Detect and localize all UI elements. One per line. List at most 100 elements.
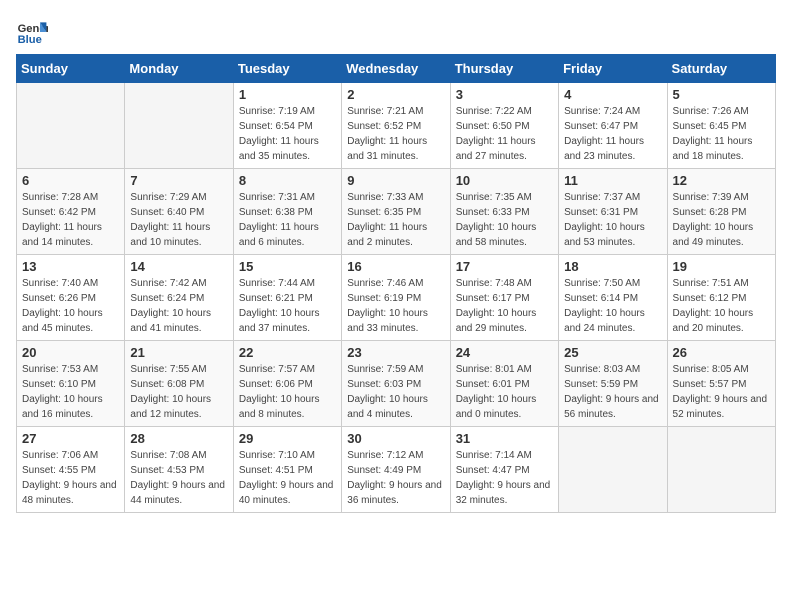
day-number: 4 <box>564 87 661 102</box>
weekday-header-sunday: Sunday <box>17 55 125 83</box>
day-number: 14 <box>130 259 227 274</box>
calendar-day-cell <box>667 427 775 513</box>
calendar-day-cell: 10 Sunrise: 7:35 AMSunset: 6:33 PMDayligh… <box>450 169 558 255</box>
day-number: 11 <box>564 173 661 188</box>
day-number: 17 <box>456 259 553 274</box>
logo: General Blue <box>16 16 48 48</box>
day-number: 15 <box>239 259 336 274</box>
day-info: Sunrise: 8:03 AMSunset: 5:59 PMDaylight:… <box>564 362 661 422</box>
day-number: 28 <box>130 431 227 446</box>
day-info: Sunrise: 7:29 AMSunset: 6:40 PMDaylight:… <box>130 190 227 250</box>
day-info: Sunrise: 7:22 AMSunset: 6:50 PMDaylight:… <box>456 104 553 164</box>
calendar-day-cell: 4Sunrise: 7:24 AMSunset: 6:47 PMDaylight… <box>559 83 667 169</box>
day-info: Sunrise: 7:33 AMSunset: 6:35 PMDaylight:… <box>347 190 444 250</box>
day-info: Sunrise: 8:05 AMSunset: 5:57 PMDaylight:… <box>673 362 770 422</box>
day-number: 6 <box>22 173 119 188</box>
calendar-day-cell: 18 Sunrise: 7:50 AMSunset: 6:14 PMDayligh… <box>559 255 667 341</box>
calendar-day-cell: 11 Sunrise: 7:37 AMSunset: 6:31 PMDayligh… <box>559 169 667 255</box>
calendar-day-cell: 20 Sunrise: 7:53 AMSunset: 6:10 PMDayligh… <box>17 341 125 427</box>
day-info: Sunrise: 7:50 AMSunset: 6:14 PMDaylight:… <box>564 276 661 336</box>
day-number: 2 <box>347 87 444 102</box>
day-number: 24 <box>456 345 553 360</box>
day-number: 19 <box>673 259 770 274</box>
calendar-day-cell: 31Sunrise: 7:14 AMSunset: 4:47 PMDayligh… <box>450 427 558 513</box>
day-info: Sunrise: 7:31 AMSunset: 6:38 PMDaylight:… <box>239 190 336 250</box>
logo-icon: General Blue <box>16 16 48 48</box>
calendar-day-cell <box>125 83 233 169</box>
day-info: Sunrise: 7:51 AMSunset: 6:12 PMDaylight:… <box>673 276 770 336</box>
day-info: Sunrise: 7:21 AMSunset: 6:52 PMDaylight:… <box>347 104 444 164</box>
calendar-day-cell: 25 Sunrise: 8:03 AMSunset: 5:59 PMDayligh… <box>559 341 667 427</box>
calendar-day-cell: 3 Sunrise: 7:22 AMSunset: 6:50 PMDaylight… <box>450 83 558 169</box>
calendar-day-cell: 6Sunrise: 7:28 AMSunset: 6:42 PMDaylight… <box>17 169 125 255</box>
day-info: Sunrise: 8:01 AMSunset: 6:01 PMDaylight:… <box>456 362 553 422</box>
day-number: 16 <box>347 259 444 274</box>
weekday-header-saturday: Saturday <box>667 55 775 83</box>
day-info: Sunrise: 7:44 AMSunset: 6:21 PMDaylight:… <box>239 276 336 336</box>
day-number: 18 <box>564 259 661 274</box>
calendar-week-row: 20 Sunrise: 7:53 AMSunset: 6:10 PMDayligh… <box>17 341 776 427</box>
day-info: Sunrise: 7:42 AMSunset: 6:24 PMDaylight:… <box>130 276 227 336</box>
day-info: Sunrise: 7:57 AMSunset: 6:06 PMDaylight:… <box>239 362 336 422</box>
calendar-day-cell: 24 Sunrise: 8:01 AMSunset: 6:01 PMDayligh… <box>450 341 558 427</box>
day-info: Sunrise: 7:12 AMSunset: 4:49 PMDaylight:… <box>347 448 444 508</box>
day-number: 3 <box>456 87 553 102</box>
day-info: Sunrise: 7:10 AMSunset: 4:51 PMDaylight:… <box>239 448 336 508</box>
calendar-table: SundayMondayTuesdayWednesdayThursdayFrid… <box>16 54 776 513</box>
calendar-day-cell <box>559 427 667 513</box>
page-header: General Blue <box>16 16 776 48</box>
calendar-day-cell: 5 Sunrise: 7:26 AMSunset: 6:45 PMDaylight… <box>667 83 775 169</box>
calendar-day-cell: 14 Sunrise: 7:42 AMSunset: 6:24 PMDayligh… <box>125 255 233 341</box>
day-number: 21 <box>130 345 227 360</box>
calendar-day-cell: 19 Sunrise: 7:51 AMSunset: 6:12 PMDayligh… <box>667 255 775 341</box>
day-info: Sunrise: 7:53 AMSunset: 6:10 PMDaylight:… <box>22 362 119 422</box>
calendar-week-row: 27 Sunrise: 7:06 AMSunset: 4:55 PMDayligh… <box>17 427 776 513</box>
calendar-week-row: 13Sunrise: 7:40 AMSunset: 6:26 PMDayligh… <box>17 255 776 341</box>
day-number: 1 <box>239 87 336 102</box>
day-number: 27 <box>22 431 119 446</box>
weekday-header-tuesday: Tuesday <box>233 55 341 83</box>
day-info: Sunrise: 7:48 AMSunset: 6:17 PMDaylight:… <box>456 276 553 336</box>
calendar-day-cell: 26 Sunrise: 8:05 AMSunset: 5:57 PMDayligh… <box>667 341 775 427</box>
day-info: Sunrise: 7:19 AMSunset: 6:54 PMDaylight:… <box>239 104 336 164</box>
day-info: Sunrise: 7:14 AMSunset: 4:47 PMDaylight:… <box>456 448 553 508</box>
calendar-day-cell: 17 Sunrise: 7:48 AMSunset: 6:17 PMDayligh… <box>450 255 558 341</box>
calendar-header-row: SundayMondayTuesdayWednesdayThursdayFrid… <box>17 55 776 83</box>
day-number: 7 <box>130 173 227 188</box>
day-info: Sunrise: 7:37 AMSunset: 6:31 PMDaylight:… <box>564 190 661 250</box>
calendar-day-cell: 7 Sunrise: 7:29 AMSunset: 6:40 PMDaylight… <box>125 169 233 255</box>
calendar-week-row: 6Sunrise: 7:28 AMSunset: 6:42 PMDaylight… <box>17 169 776 255</box>
calendar-day-cell: 9 Sunrise: 7:33 AMSunset: 6:35 PMDaylight… <box>342 169 450 255</box>
weekday-header-thursday: Thursday <box>450 55 558 83</box>
calendar-day-cell: 15 Sunrise: 7:44 AMSunset: 6:21 PMDayligh… <box>233 255 341 341</box>
day-number: 29 <box>239 431 336 446</box>
weekday-header-wednesday: Wednesday <box>342 55 450 83</box>
day-number: 13 <box>22 259 119 274</box>
day-number: 26 <box>673 345 770 360</box>
day-number: 8 <box>239 173 336 188</box>
day-number: 5 <box>673 87 770 102</box>
day-number: 23 <box>347 345 444 360</box>
day-info: Sunrise: 7:46 AMSunset: 6:19 PMDaylight:… <box>347 276 444 336</box>
day-number: 25 <box>564 345 661 360</box>
day-number: 20 <box>22 345 119 360</box>
day-info: Sunrise: 7:35 AMSunset: 6:33 PMDaylight:… <box>456 190 553 250</box>
day-number: 10 <box>456 173 553 188</box>
day-info: Sunrise: 7:26 AMSunset: 6:45 PMDaylight:… <box>673 104 770 164</box>
svg-text:Blue: Blue <box>18 34 42 46</box>
calendar-day-cell: 28 Sunrise: 7:08 AMSunset: 4:53 PMDayligh… <box>125 427 233 513</box>
calendar-day-cell: 30 Sunrise: 7:12 AMSunset: 4:49 PMDayligh… <box>342 427 450 513</box>
day-number: 12 <box>673 173 770 188</box>
day-info: Sunrise: 7:39 AMSunset: 6:28 PMDaylight:… <box>673 190 770 250</box>
day-number: 30 <box>347 431 444 446</box>
weekday-header-monday: Monday <box>125 55 233 83</box>
calendar-day-cell: 8 Sunrise: 7:31 AMSunset: 6:38 PMDaylight… <box>233 169 341 255</box>
day-info: Sunrise: 7:08 AMSunset: 4:53 PMDaylight:… <box>130 448 227 508</box>
day-info: Sunrise: 7:06 AMSunset: 4:55 PMDaylight:… <box>22 448 119 508</box>
calendar-day-cell: 1 Sunrise: 7:19 AMSunset: 6:54 PMDaylight… <box>233 83 341 169</box>
calendar-day-cell: 22 Sunrise: 7:57 AMSunset: 6:06 PMDayligh… <box>233 341 341 427</box>
day-number: 22 <box>239 345 336 360</box>
day-number: 9 <box>347 173 444 188</box>
calendar-day-cell: 2 Sunrise: 7:21 AMSunset: 6:52 PMDaylight… <box>342 83 450 169</box>
calendar-day-cell: 27 Sunrise: 7:06 AMSunset: 4:55 PMDayligh… <box>17 427 125 513</box>
